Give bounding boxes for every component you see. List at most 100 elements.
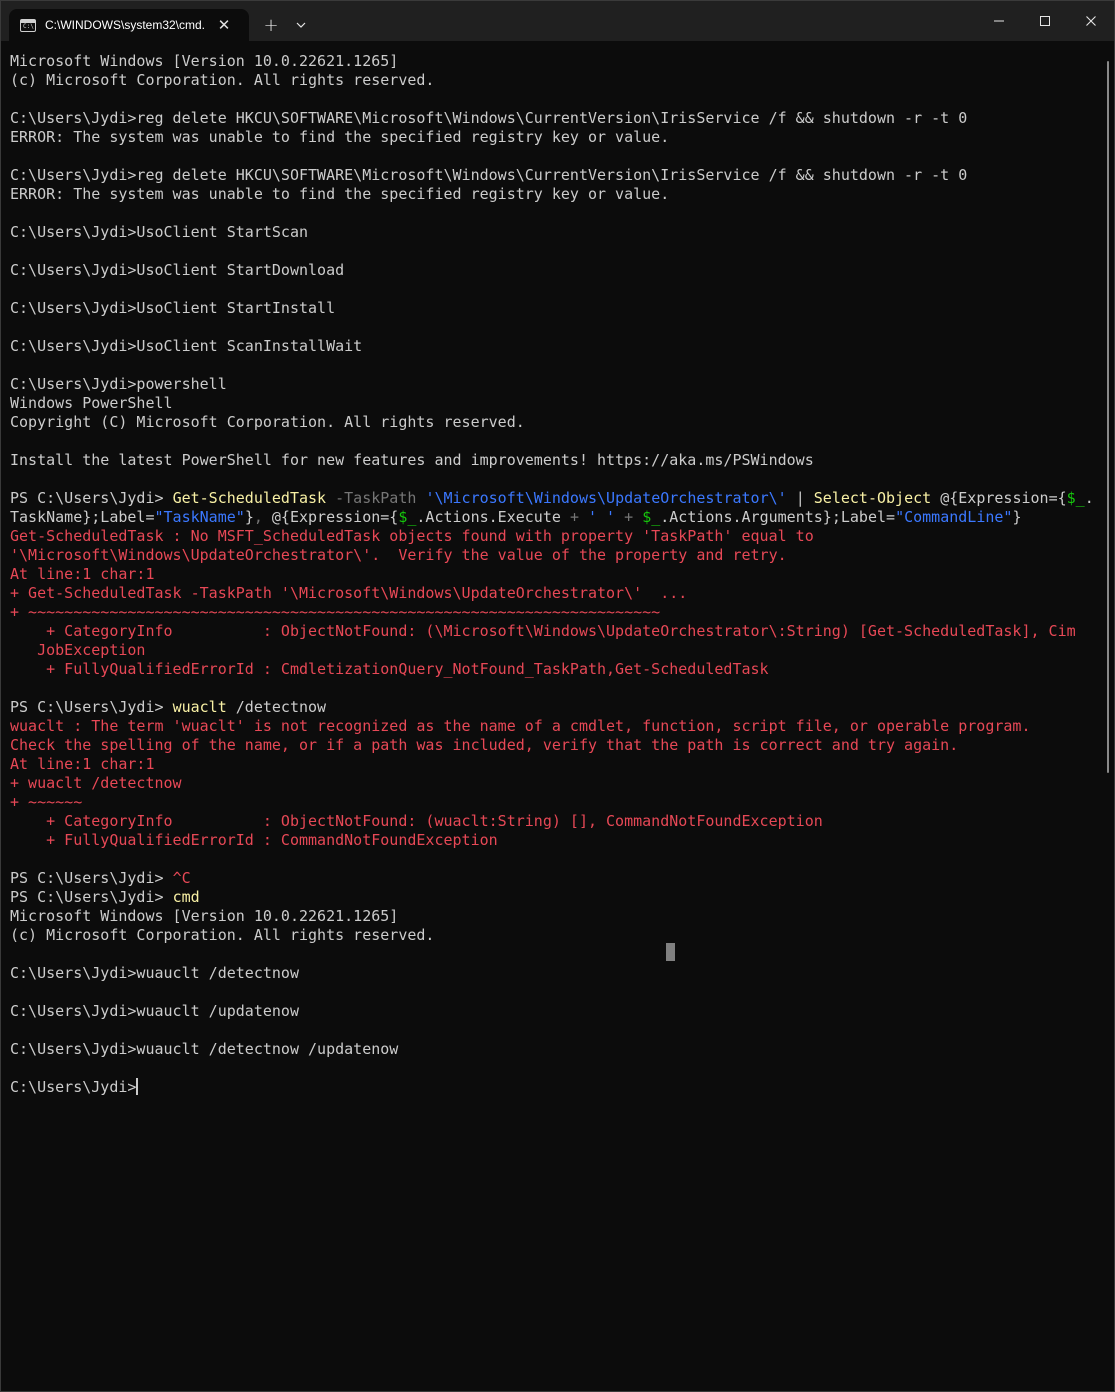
terminal-line: (c) Microsoft Corporation. All rights re…: [10, 71, 1094, 90]
terminal-text: "TaskName": [154, 508, 245, 526]
terminal-text: PS C:\Users\Jydi>: [10, 489, 173, 507]
terminal-text: + FullyQualifiedErrorId : CommandNotFoun…: [10, 831, 498, 849]
terminal-line: + wuaclt /detectnow: [10, 774, 1094, 793]
terminal-text: @{Expression={: [262, 508, 399, 526]
terminal-line: + Get-ScheduledTask -TaskPath '\Microsof…: [10, 584, 1094, 603]
tab-cmd[interactable]: C:\ C:\WINDOWS\system32\cmd. ✕: [9, 9, 249, 41]
terminal-line: + FullyQualifiedErrorId : CommandNotFoun…: [10, 831, 1094, 850]
tab-dropdown-button[interactable]: [287, 9, 315, 41]
terminal-text: @{Expression={: [931, 489, 1067, 507]
terminal-text: ^C: [172, 869, 191, 887]
terminal-text: .Actions.Execute: [416, 508, 570, 526]
terminal-line: Windows PowerShell: [10, 394, 1094, 413]
terminal-text: C:\Users\Jydi>UsoClient StartDownload: [10, 261, 345, 279]
terminal-text: C:\Users\Jydi>wuauclt /updatenow: [10, 1002, 299, 1020]
terminal-line: '\Microsoft\Windows\UpdateOrchestrator\'…: [10, 546, 1094, 565]
terminal-text: + CategoryInfo : ObjectNotFound: (\Micro…: [10, 622, 1076, 640]
scrollbar-thumb[interactable]: [1107, 61, 1109, 773]
terminal-text: $_: [398, 508, 417, 526]
terminal-text: Microsoft Windows [Version 10.0.22621.12…: [10, 52, 399, 70]
terminal-text: "CommandLine": [895, 508, 1013, 526]
terminal-text: + FullyQualifiedErrorId : CmdletizationQ…: [10, 660, 769, 678]
terminal-line: C:\Users\Jydi>wuauclt /updatenow: [10, 1002, 1094, 1021]
maximize-icon: [1040, 16, 1050, 26]
terminal-line: C:\Users\Jydi>: [10, 1078, 1094, 1097]
terminal-text: At line:1 char:1: [10, 565, 155, 583]
cmd-icon-text: C:\: [23, 22, 34, 30]
terminal-text: .Actions.Arguments};Label=: [660, 508, 896, 526]
terminal-text: + ~~~~~~: [10, 793, 83, 811]
terminal-line: C:\Users\Jydi>powershell: [10, 375, 1094, 394]
terminal-text: Microsoft Windows [Version 10.0.22621.12…: [10, 907, 399, 925]
terminal-text: At line:1 char:1: [10, 755, 155, 773]
title-bar[interactable]: C:\ C:\WINDOWS\system32\cmd. ✕ +: [1, 1, 1114, 41]
terminal-line: (c) Microsoft Corporation. All rights re…: [10, 926, 1094, 945]
terminal-text: ' ': [588, 508, 616, 526]
terminal-line: PS C:\Users\Jydi> cmd: [10, 888, 1094, 907]
terminal-line: PS C:\Users\Jydi> Get-ScheduledTask -Tas…: [10, 489, 1094, 508]
terminal-text: PS C:\Users\Jydi>: [10, 888, 173, 906]
terminal-line: Microsoft Windows [Version 10.0.22621.12…: [10, 52, 1094, 71]
terminal-text: |: [786, 489, 814, 507]
terminal-line: PS C:\Users\Jydi> ^C: [10, 869, 1094, 888]
terminal-text: + wuaclt /detectnow: [10, 774, 182, 792]
terminal-text: -TaskPath: [326, 489, 426, 507]
terminal-text: Install the latest PowerShell for new fe…: [10, 451, 814, 469]
terminal-line: At line:1 char:1: [10, 755, 1094, 774]
terminal-text: (c) Microsoft Corporation. All rights re…: [10, 926, 435, 944]
terminal-text: ERROR: The system was unable to find the…: [10, 185, 670, 203]
close-tab-icon[interactable]: ✕: [213, 16, 235, 34]
terminal-text: C:\Users\Jydi>wuauclt /detectnow: [10, 964, 299, 982]
terminal-text: (c) Microsoft Corporation. All rights re…: [10, 71, 435, 89]
terminal-output: Microsoft Windows [Version 10.0.22621.12…: [10, 52, 1094, 1097]
terminal-line: Copyright (C) Microsoft Corporation. All…: [10, 413, 1094, 432]
terminal-text: C:\Users\Jydi>powershell: [10, 375, 227, 393]
terminal-text: Copyright (C) Microsoft Corporation. All…: [10, 413, 525, 431]
terminal-text: Get-ScheduledTask : No MSFT_ScheduledTas…: [10, 527, 814, 545]
close-window-button[interactable]: [1068, 1, 1114, 41]
terminal-line: + ~~~~~~: [10, 793, 1094, 812]
terminal-window: C:\ C:\WINDOWS\system32\cmd. ✕ + Microso…: [0, 0, 1115, 1392]
terminal-line: PS C:\Users\Jydi> wuaclt /detectnow: [10, 698, 1094, 717]
cmd-icon: C:\: [20, 18, 36, 32]
terminal-line: Microsoft Windows [Version 10.0.22621.12…: [10, 907, 1094, 926]
minimize-button[interactable]: [976, 1, 1022, 41]
terminal-content[interactable]: Microsoft Windows [Version 10.0.22621.12…: [1, 41, 1114, 1391]
terminal-text: + Get-ScheduledTask -TaskPath '\Microsof…: [10, 584, 688, 602]
terminal-text: '\Microsoft\Windows\UpdateOrchestrator\'…: [10, 546, 787, 564]
terminal-text: C:\Users\Jydi>UsoClient StartScan: [10, 223, 309, 241]
terminal-text: Check the spelling of the name, or if a …: [10, 736, 959, 754]
terminal-text: ERROR: The system was unable to find the…: [10, 128, 670, 146]
new-tab-button[interactable]: +: [257, 9, 285, 41]
terminal-line: C:\Users\Jydi>UsoClient StartScan: [10, 223, 1094, 242]
terminal-text: ,: [253, 508, 263, 526]
maximize-button[interactable]: [1022, 1, 1068, 41]
terminal-text: Get-ScheduledTask: [172, 489, 327, 507]
terminal-text: '\Microsoft\Windows\UpdateOrchestrator\': [425, 489, 787, 507]
terminal-text: + CategoryInfo : ObjectNotFound: (wuaclt…: [10, 812, 823, 830]
terminal-text: TaskName};Label=: [10, 508, 155, 526]
terminal-text: wuaclt : The term 'wuaclt' is not recogn…: [10, 717, 1031, 735]
text-caret: [136, 1078, 139, 1095]
scrollbar[interactable]: [1105, 61, 1111, 773]
terminal-line: C:\Users\Jydi>UsoClient StartInstall: [10, 299, 1094, 318]
terminal-line: + FullyQualifiedErrorId : CmdletizationQ…: [10, 660, 1094, 679]
terminal-line: C:\Users\Jydi>wuauclt /detectnow /update…: [10, 1040, 1094, 1059]
terminal-text: PS C:\Users\Jydi>: [10, 698, 173, 716]
terminal-text: Select-Object: [813, 489, 932, 507]
terminal-text: C:\Users\Jydi>reg delete HKCU\SOFTWARE\M…: [10, 166, 968, 184]
terminal-text: wuaclt: [172, 698, 227, 716]
